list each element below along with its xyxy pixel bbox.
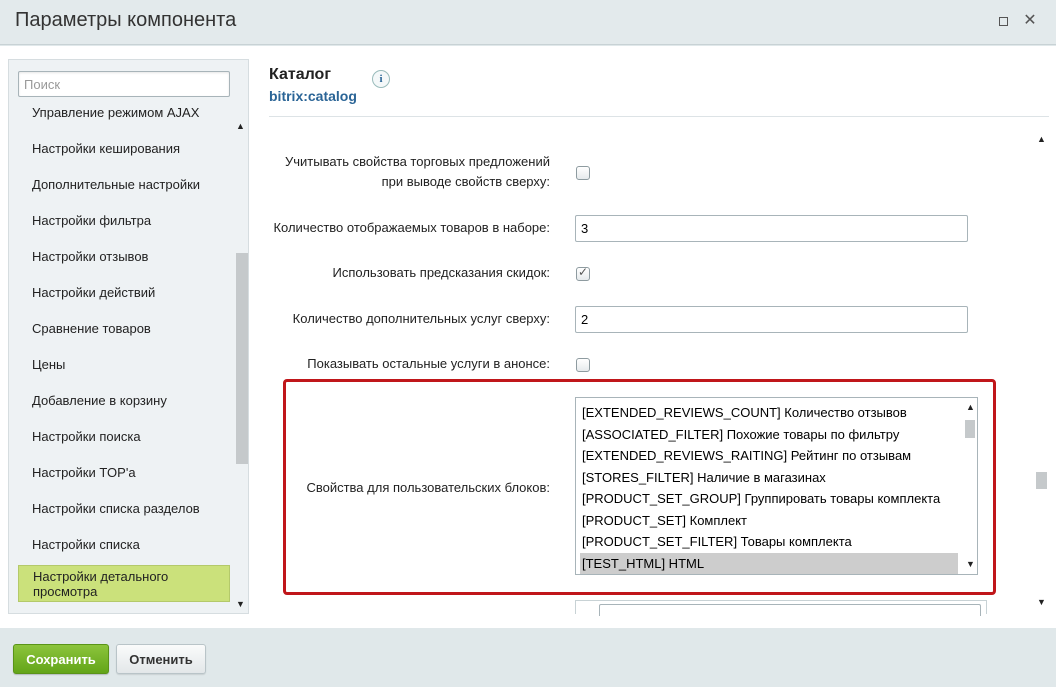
component-code: bitrix:catalog [269, 88, 357, 104]
component-title: Каталог [269, 66, 331, 83]
custom-blocks-multiselect[interactable]: [EXTENDED_REVIEWS_COUNT] Количество отзы… [575, 397, 978, 575]
scrollbar-thumb[interactable] [1036, 472, 1047, 489]
search-input[interactable] [18, 71, 230, 97]
scroll-down-icon[interactable]: ▼ [966, 560, 975, 569]
scroll-up-icon[interactable]: ▲ [1037, 135, 1046, 144]
main-scrollbar[interactable]: ▲ ▼ [1034, 132, 1048, 609]
sidebar-item-detail[interactable]: Настройки детального просмотра [18, 565, 230, 602]
show-services-checkbox[interactable] [576, 358, 590, 372]
sidebar-item-list[interactable]: Настройки списка [18, 526, 230, 562]
discount-hints-checkbox[interactable]: ✓ [576, 265, 590, 281]
offers-props-label: Учитывать свойства торговых предложений … [275, 152, 550, 192]
scrollbar-thumb[interactable] [236, 253, 248, 464]
scroll-up-icon[interactable]: ▲ [236, 122, 245, 131]
list-option-selected[interactable]: [TEST_HTML] HTML [580, 553, 958, 574]
checkmark-icon: ✓ [578, 265, 589, 279]
sidebar-item-section-list[interactable]: Настройки списка разделов [18, 490, 230, 526]
sidebar-item-search[interactable]: Настройки поиска [18, 418, 230, 454]
scrollbar-thumb[interactable] [965, 420, 975, 438]
offers-props-label-line2: при выводе свойств сверху: [381, 174, 550, 189]
sidebar-item-reviews[interactable]: Настройки отзывов [18, 238, 230, 274]
set-count-input[interactable] [575, 215, 968, 242]
window-titlebar: Параметры компонента ✕ [0, 0, 1056, 45]
sidebar-nav: Управление режимом AJAX Настройки кеширо… [18, 107, 232, 613]
sidebar-item-next[interactable]: Настройки [18, 601, 230, 614]
sidebar-item-compare[interactable]: Сравнение товаров [18, 310, 230, 346]
sidebar: Управление режимом AJAX Настройки кеширо… [8, 59, 249, 614]
sidebar-item-additional[interactable]: Дополнительные настройки [18, 166, 230, 202]
save-button[interactable]: Сохранить [13, 644, 109, 674]
header-divider [269, 116, 1049, 117]
set-count-label: Количество отображаемых товаров в наборе… [273, 220, 550, 235]
discount-hints-label: Использовать предсказания скидок: [332, 265, 550, 280]
close-icon[interactable]: ✕ [1021, 12, 1039, 30]
offers-props-checkbox[interactable] [576, 166, 590, 180]
sidebar-scrollbar[interactable]: ▲ ▼ [234, 117, 248, 612]
sidebar-item-filter[interactable]: Настройки фильтра [18, 202, 230, 238]
list-option[interactable]: [EXTENDED_REVIEWS_RAITING] Рейтинг по от… [580, 445, 958, 466]
sidebar-item-basket[interactable]: Добавление в корзину [18, 382, 230, 418]
list-option[interactable]: [PRODUCT_SET] Комплект [580, 510, 958, 531]
show-services-label: Показывать остальные услуги в анонсе: [307, 356, 550, 371]
sidebar-item-cache[interactable]: Настройки кеширования [18, 130, 230, 166]
listbox-scrollbar[interactable]: ▲ ▼ [962, 398, 977, 574]
custom-blocks-label: Свойства для пользовательских блоков: [306, 480, 550, 495]
scroll-down-icon[interactable]: ▼ [236, 600, 245, 609]
window-title: Параметры компонента [15, 9, 237, 31]
list-option[interactable]: [PRODUCT_SET_FILTER] Товары комплекта [580, 531, 958, 552]
scroll-down-icon[interactable]: ▼ [1037, 598, 1046, 607]
sidebar-item-actions[interactable]: Настройки действий [18, 274, 230, 310]
dialog-content: Управление режимом AJAX Настройки кеширо… [0, 46, 1056, 628]
next-field-input[interactable] [599, 604, 981, 616]
list-option[interactable]: [PRODUCT_SET_GROUP] Группировать товары … [580, 488, 958, 509]
scroll-up-icon[interactable]: ▲ [966, 403, 975, 412]
offers-props-label-line1: Учитывать свойства торговых предложений [284, 154, 550, 169]
info-icon[interactable]: i [372, 70, 390, 88]
maximize-icon[interactable] [994, 12, 1012, 30]
list-option[interactable]: [ASSOCIATED_FILTER] Похожие товары по фи… [580, 424, 958, 445]
next-field-container [575, 600, 987, 616]
sidebar-item-top[interactable]: Настройки TOP'а [18, 454, 230, 490]
dialog-footer: Сохранить Отменить [0, 628, 1056, 687]
services-count-input[interactable] [575, 306, 968, 333]
cancel-button[interactable]: Отменить [116, 644, 206, 674]
sidebar-item-prices[interactable]: Цены [18, 346, 230, 382]
component-header: Каталог bitrix:catalog [269, 66, 357, 104]
services-count-label: Количество дополнительных услуг сверху: [292, 311, 550, 326]
sidebar-item-ajax[interactable]: Управление режимом AJAX [18, 107, 230, 130]
list-option[interactable]: [EXTENDED_REVIEWS_COUNT] Количество отзы… [580, 402, 958, 423]
list-option[interactable]: [STORES_FILTER] Наличие в магазинах [580, 467, 958, 488]
